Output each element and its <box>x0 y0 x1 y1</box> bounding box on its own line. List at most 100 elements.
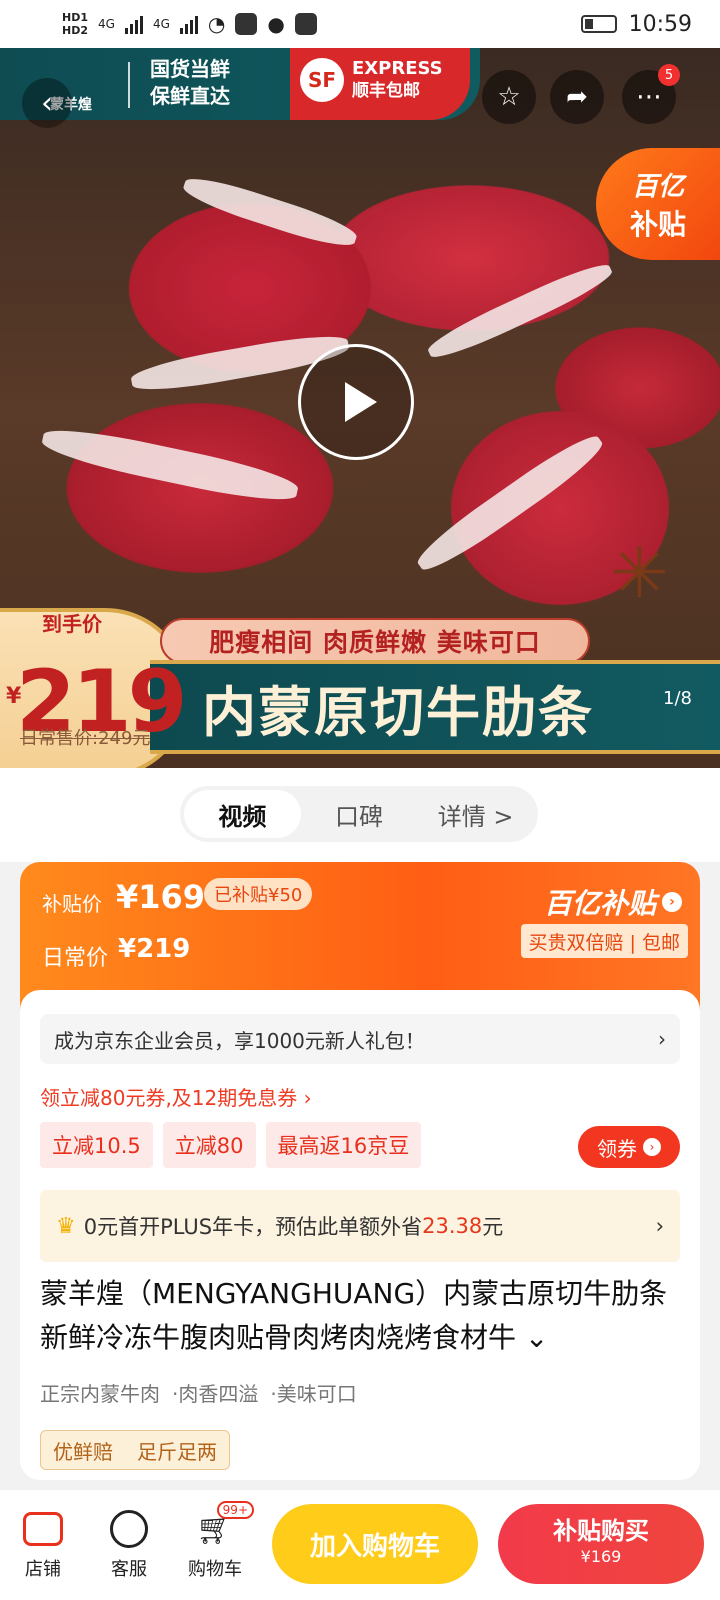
chevron-left-icon: ‹ <box>41 85 53 121</box>
coupon-promo-link[interactable]: 领立减80元券,及12期免息券 › <box>40 1082 312 1111</box>
product-banner-title: 内蒙原切牛肋条 <box>150 660 720 754</box>
original-price: 日常售价:249元 <box>20 728 151 749</box>
yi-corner-line-2: 补贴 <box>629 207 686 241</box>
coupon-tags: 立减10.5 立减80 最高返16京豆 <box>40 1122 422 1168</box>
media-tabs-row: 视频 口碑 详情 > <box>0 768 720 862</box>
sf-express-logo: SF EXPRESS 顺丰包邮 <box>300 58 443 102</box>
favorite-button[interactable]: ☆ <box>482 70 536 124</box>
share-icon: ➦ <box>566 82 588 112</box>
subsidy-amount-pill: 已补贴¥50 <box>204 878 313 910</box>
chevron-right-icon: › <box>658 1027 666 1051</box>
get-coupon-label: 领券 <box>597 1136 637 1161</box>
tab-details[interactable]: 详情 > <box>417 790 534 838</box>
chevron-right-icon: › <box>655 1214 664 1238</box>
customer-service-label: 客服 <box>111 1559 147 1580</box>
billion-subsidy-label: 百亿补贴 <box>543 887 656 920</box>
signal-icon-2 <box>179 14 198 34</box>
tab-reviews[interactable]: 口碑 <box>301 790 418 838</box>
store-icon <box>23 1512 63 1546</box>
media-tabs: 视频 口碑 详情 > <box>180 786 538 842</box>
hero-top-banner: 蒙羊煌 国货当鲜 保鲜直达 SF EXPRESS 顺丰包邮 <box>0 48 720 120</box>
signal-icon <box>124 14 143 34</box>
enterprise-member-text: 成为京东企业会员，享1000元新人礼包！ <box>54 1028 425 1053</box>
app-notification-icon <box>235 13 258 35</box>
product-title[interactable]: 蒙羊煌（MENGYANGHUANG）内蒙古原切牛肋条新鲜冷冻牛腹肉贴骨肉烤肉烧烤… <box>40 1272 680 1360</box>
sf-cn-label: 顺丰包邮 <box>352 81 420 101</box>
yi-corner-line-1: 百亿 <box>631 171 684 202</box>
brand-slogan-line-1: 国货当鲜 <box>150 57 230 81</box>
final-price-label: 到手价 <box>42 612 102 636</box>
product-tagline: 肥瘦相间 肉质鲜嫩 美味可口 <box>160 618 590 664</box>
more-button[interactable]: ⋯ 5 <box>622 64 680 124</box>
cart-badge: 99+ <box>216 1501 254 1519</box>
brand-slogan: 国货当鲜 保鲜直达 <box>150 56 230 110</box>
service-badges[interactable]: 优鲜赔 足斤足两 <box>40 1430 230 1470</box>
play-video-button[interactable] <box>298 344 414 460</box>
subsidy-price-label: 补贴价 <box>42 892 102 916</box>
app-notification-icon-2 <box>294 13 317 35</box>
service-badge: 优鲜赔 <box>53 1439 113 1464</box>
image-counter: 1/8 <box>663 688 692 709</box>
feature-item: 正宗内蒙牛肉 <box>40 1382 160 1406</box>
status-right: 10:59 <box>580 12 692 37</box>
coupon-tag[interactable]: 立减10.5 <box>40 1122 153 1168</box>
star-anise-decoration: ✳ <box>610 532 669 614</box>
guarantee-note: 买贵双倍赔 | 包邮 <box>520 924 688 958</box>
back-button[interactable]: ‹ <box>22 78 72 128</box>
subsidy-buy-label: 补贴购买 <box>553 1517 649 1545</box>
customer-service-button[interactable]: 客服 <box>86 1509 172 1581</box>
get-coupon-button[interactable]: 领券 › <box>578 1126 680 1168</box>
status-left: HD1 HD2 4G 4G ◔ ● <box>62 11 317 37</box>
service-badge: 足斤足两 <box>137 1439 217 1464</box>
battery-icon <box>580 15 617 33</box>
plus-text-suffix: 元 <box>482 1215 504 1239</box>
hd1-label: HD1 <box>62 11 88 24</box>
meat-marbling <box>180 170 360 254</box>
product-hero-image[interactable]: 蒙羊煌 国货当鲜 保鲜直达 SF EXPRESS 顺丰包邮 ‹ ☆ ➦ ⋯ 5 … <box>0 48 720 768</box>
chat-icon <box>110 1510 148 1548</box>
coupon-tag[interactable]: 立减80 <box>162 1122 256 1168</box>
daily-price-value: ¥219 <box>118 934 191 964</box>
daily-price-label: 日常价 <box>42 946 109 971</box>
subsidy-price-value: ¥169 <box>116 878 206 916</box>
sf-en-label: EXPRESS <box>352 58 443 79</box>
product-features: 正宗内蒙牛肉 ·肉香四溢 ·美味可口 <box>40 1378 357 1407</box>
network-label: 4G <box>98 17 115 31</box>
enterprise-member-banner[interactable]: 成为京东企业会员，享1000元新人礼包！ › <box>40 1014 680 1064</box>
cart-label: 购物车 <box>188 1559 242 1580</box>
store-button[interactable]: 店铺 <box>0 1509 86 1581</box>
crown-icon: ♛ <box>56 1213 76 1239</box>
wifi-icon: ◔ <box>207 12 226 36</box>
subsidy-buy-button[interactable]: 补贴购买 ¥169 <box>498 1504 704 1584</box>
meat-marbling <box>423 256 617 366</box>
status-bar: HD1 HD2 4G 4G ◔ ● 10:59 <box>0 0 720 48</box>
more-icon: ⋯ <box>636 82 662 112</box>
share-button[interactable]: ➦ <box>550 70 604 124</box>
star-icon: ☆ <box>497 82 521 112</box>
billion-subsidy-badge: 百亿 补贴 <box>596 148 720 260</box>
plus-savings-amount: 23.38 <box>422 1214 483 1238</box>
subsidy-buy-price: ¥169 <box>580 1547 622 1566</box>
chevron-right-icon: › <box>662 892 682 912</box>
feature-item: ·美味可口 <box>270 1382 357 1406</box>
store-label: 店铺 <box>25 1559 61 1580</box>
cart-button[interactable]: 🛒︎ 99+ 购物车 <box>172 1501 258 1581</box>
chevron-right-icon: › <box>643 1138 661 1156</box>
add-to-cart-button[interactable]: 加入购物车 <box>272 1504 478 1584</box>
network-label-2: 4G <box>152 17 170 31</box>
product-info-card: 成为京东企业会员，享1000元新人礼包！ › 领立减80元券,及12期免息券 ›… <box>20 990 700 1480</box>
sf-icon: SF <box>300 58 344 102</box>
meat-marbling <box>411 427 609 579</box>
hd-indicator: HD1 HD2 <box>62 11 88 37</box>
coupon-tag[interactable]: 最高返16京豆 <box>265 1122 422 1168</box>
feature-item: ·肉香四溢 <box>172 1382 259 1406</box>
plus-text-prefix: 0元首开PLUS年卡，预估此单额外省 <box>83 1215 423 1239</box>
tab-video[interactable]: 视频 <box>184 790 301 838</box>
bottom-action-bar: 店铺 客服 🛒︎ 99+ 购物车 加入购物车 补贴购买 ¥169 <box>0 1490 720 1600</box>
hd2-label: HD2 <box>62 24 88 37</box>
meat-marbling <box>39 421 301 509</box>
billion-subsidy-link[interactable]: 百亿补贴 › <box>544 882 682 922</box>
brand-slogan-line-2: 保鲜直达 <box>150 84 230 108</box>
chevron-down-icon[interactable]: ⌄ <box>525 1321 548 1354</box>
plus-membership-banner[interactable]: ♛ 0元首开PLUS年卡，预估此单额外省 23.38 元 › <box>40 1190 680 1262</box>
